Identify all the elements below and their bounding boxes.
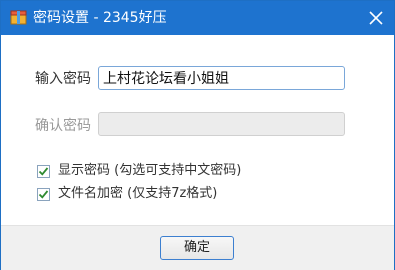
password-input[interactable]: [98, 66, 345, 90]
checkmark-icon: [38, 166, 49, 176]
show-password-option[interactable]: 显示密码 (勾选可支持中文密码): [37, 163, 241, 179]
dialog-footer: 确定: [1, 225, 394, 270]
checkmark-icon: [38, 189, 49, 199]
dialog-content: 输入密码 确认密码 显示密码 (勾选可支持中文密码) 文件名加密 (仅支持7z格…: [1, 35, 394, 225]
encrypt-filename-checkbox[interactable]: [37, 187, 50, 201]
close-icon[interactable]: [364, 6, 388, 30]
window-title: 密码设置 - 2345好压: [33, 10, 167, 26]
show-password-label: 显示密码 (勾选可支持中文密码): [58, 163, 242, 178]
ok-button[interactable]: 确定: [160, 236, 234, 260]
confirm-password-input[interactable]: [98, 112, 345, 136]
password-dialog: 密码设置 - 2345好压 输入密码 确认密码 显示密码 (勾选可支持中文密码): [0, 0, 395, 270]
confirm-password-label: 确认密码: [35, 118, 91, 134]
encrypt-filename-label: 文件名加密 (仅支持7z格式): [58, 186, 218, 201]
password-label: 输入密码: [35, 71, 91, 87]
show-password-checkbox[interactable]: [37, 164, 50, 178]
archive-app-icon: [10, 10, 27, 25]
encrypt-filename-option[interactable]: 文件名加密 (仅支持7z格式): [37, 186, 217, 202]
title-bar[interactable]: 密码设置 - 2345好压: [1, 1, 394, 35]
